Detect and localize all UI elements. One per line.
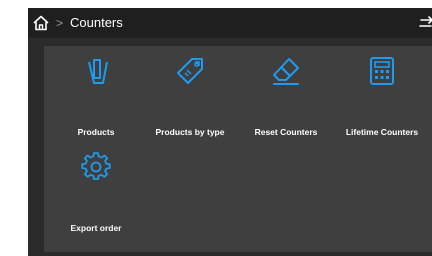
gear-icon <box>81 152 111 181</box>
products-icon <box>88 59 108 84</box>
eraser-icon <box>273 58 299 85</box>
tile-label: Export order <box>70 223 122 233</box>
tile-label: Reset Counters <box>254 127 318 137</box>
lifetime-counters-tile[interactable]: Lifetime Counters <box>334 48 430 138</box>
products-by-type-tile[interactable]: Products by type <box>142 48 238 138</box>
counters-panel: Products Products by type Reset Counters <box>44 46 432 252</box>
reset-counters-tile[interactable]: Reset Counters <box>238 48 334 138</box>
calculator-icon <box>370 57 394 85</box>
tile-label: Lifetime Counters <box>345 127 419 137</box>
tile-label: Products by type <box>155 127 225 137</box>
breadcrumb-separator: > <box>56 16 64 30</box>
top-bar: > Counters <box>28 8 432 38</box>
page-title: Counters <box>70 15 123 30</box>
products-tile[interactable]: Products <box>48 48 144 138</box>
app-screen: > Counters Products Products by type Res… <box>28 8 432 256</box>
tile-label: Products <box>77 127 115 137</box>
tags-icon <box>177 58 203 84</box>
export-order-tile[interactable]: Export order <box>48 144 144 234</box>
exit-icon[interactable] <box>418 15 432 31</box>
home-icon[interactable] <box>32 14 50 32</box>
